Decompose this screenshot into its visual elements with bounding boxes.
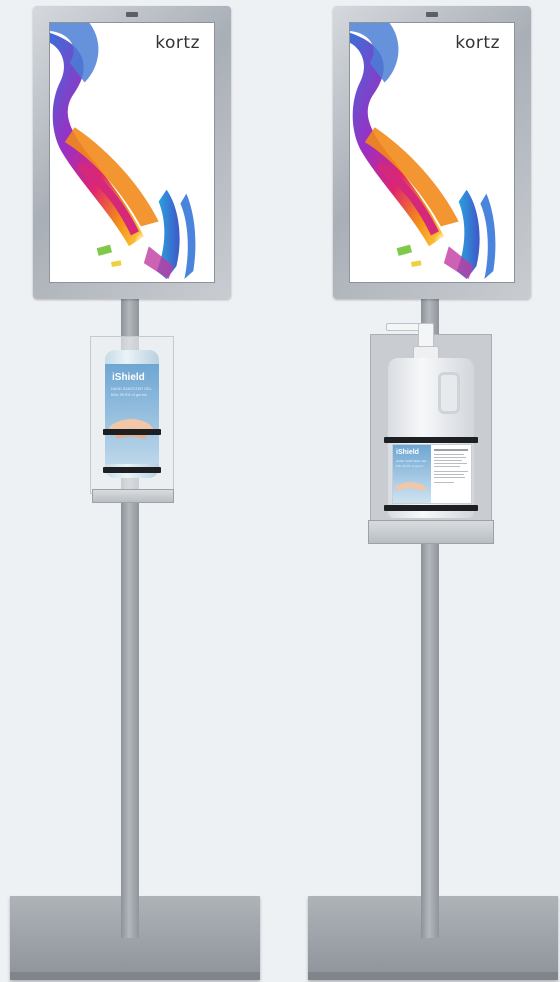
poster: kortz <box>349 22 515 283</box>
bottle-tagline: Kills 99.9% of germs <box>111 393 147 397</box>
dispenser-tray <box>368 520 494 544</box>
bottle-product: HAND SANITIZER GEL <box>111 387 152 391</box>
poster-frame: kortz <box>33 6 231 299</box>
frame-clip <box>426 12 438 17</box>
base-edge <box>10 972 260 980</box>
jug-strap <box>384 505 478 511</box>
jug-handle <box>438 372 460 414</box>
jug-tagline: Kills 99.9% of germs <box>396 465 424 468</box>
poster-artwork <box>350 23 496 280</box>
dispenser-tray <box>92 489 174 503</box>
poster-brand-logo: kortz <box>155 33 200 53</box>
bottle-brand: iShield <box>112 372 145 383</box>
jug-fine-print <box>434 449 468 483</box>
bottle-strap <box>103 429 161 435</box>
jug-product: HAND SANITIZER GEL <box>396 460 428 463</box>
poster-frame: kortz <box>333 6 531 299</box>
jug-label: iShield HAND SANITIZER GEL Kills 99.9% o… <box>392 444 472 504</box>
hands-image <box>109 419 155 439</box>
jug-strap <box>384 437 478 443</box>
poster: kortz <box>49 22 215 283</box>
poster-artwork <box>50 23 196 280</box>
sanitizer-stand-left: kortz iShield HAND SANITIZER GEL Kills 9… <box>0 0 280 982</box>
base-edge <box>308 972 558 980</box>
sanitizer-bottle: iShield HAND SANITIZER GEL Kills 99.9% o… <box>105 350 159 478</box>
bottle-strap <box>103 467 161 473</box>
frame-clip <box>126 12 138 17</box>
jug-hands-image <box>395 482 427 491</box>
sanitizer-stand-right: kortz iShield HAND SANITIZER GEL Kills 9… <box>280 0 560 982</box>
jug-brand: iShield <box>396 449 419 456</box>
poster-brand-logo: kortz <box>455 33 500 53</box>
